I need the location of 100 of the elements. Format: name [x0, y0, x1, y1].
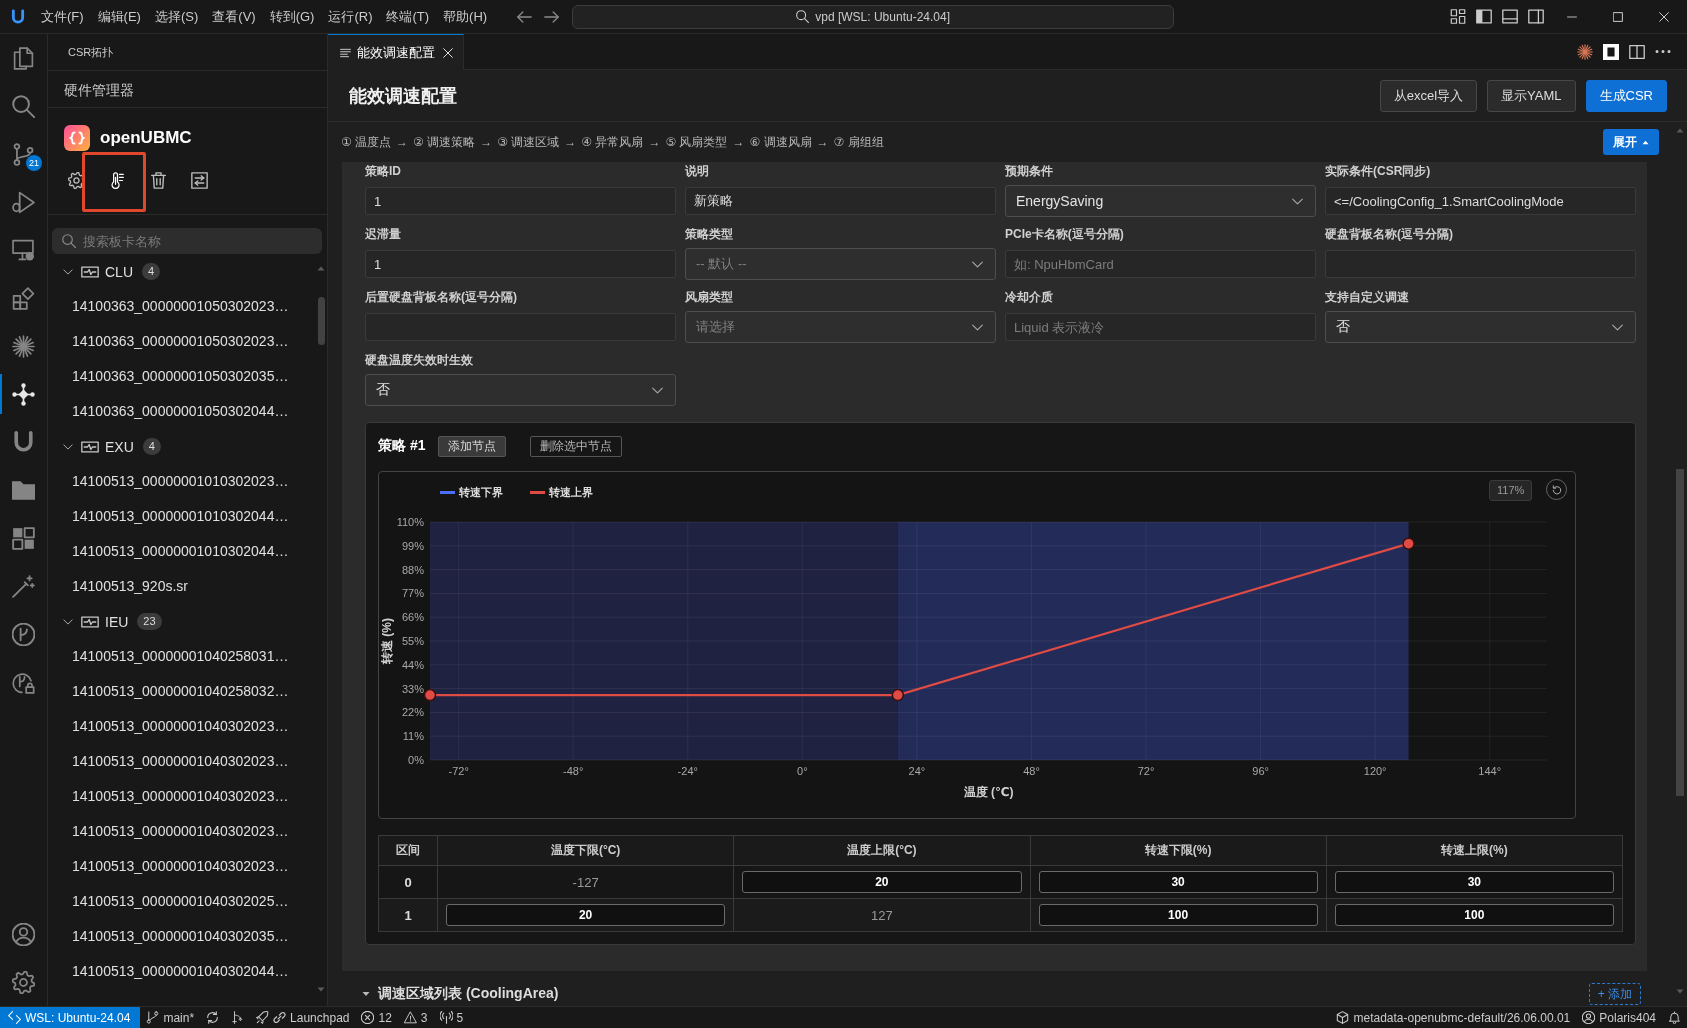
status-item[interactable]: WSL: Ubuntu-24.04 [0, 1007, 141, 1028]
menu-item[interactable]: 选择(S) [147, 6, 206, 27]
wand-icon[interactable] [12, 574, 35, 598]
menu-item[interactable]: 转到(G) [262, 6, 322, 27]
dropdown[interactable]: 否 [365, 374, 676, 406]
split-icon[interactable] [1629, 43, 1645, 60]
folder-icon[interactable] [12, 478, 35, 502]
tree-item[interactable]: 14100513_00000001040302023… [48, 849, 316, 884]
section-title[interactable]: 硬件管理器 [48, 70, 327, 108]
trash-icon[interactable] [149, 171, 167, 189]
tree-item[interactable]: 14100513_00000001040302023… [48, 779, 316, 814]
scroll-down-icon[interactable] [1676, 989, 1684, 994]
dropdown[interactable]: 请选择 [685, 311, 996, 343]
bell-icon[interactable] [1668, 1011, 1681, 1024]
graph-icon[interactable] [231, 1011, 245, 1024]
number-field[interactable]: 20 [446, 904, 726, 926]
account-icon[interactable] [12, 922, 35, 946]
monitor-icon[interactable] [12, 238, 35, 262]
status-item[interactable]: Launchpad [250, 1007, 356, 1028]
magnet-icon[interactable] [12, 430, 35, 454]
blocks-icon[interactable] [12, 286, 35, 310]
caret-down-icon[interactable] [362, 991, 370, 997]
menu-item[interactable]: 帮助(H) [436, 6, 495, 27]
group-label[interactable]: CLU [105, 263, 133, 280]
settings-icon[interactable] [67, 171, 85, 189]
number-field[interactable]: 20 [742, 871, 1022, 893]
chevron-down-icon[interactable] [63, 618, 73, 625]
search-icon[interactable] [12, 94, 35, 118]
point-marker-icon[interactable] [423, 688, 437, 702]
tree-item[interactable]: 14100513_00000001040302023… [48, 814, 316, 849]
close-icon[interactable] [1659, 11, 1669, 22]
play-icon[interactable] [12, 190, 35, 214]
text-field[interactable]: 如: NpuHbmCard [1005, 250, 1316, 278]
settings-icon[interactable] [12, 970, 35, 994]
text-field[interactable]: 新策略 [685, 187, 996, 215]
search-field[interactable]: 搜索板卡名称 [52, 228, 322, 254]
expand-button[interactable]: 展开 [1603, 129, 1659, 155]
sync-icon[interactable] [206, 1011, 220, 1024]
header-button[interactable]: 显示YAML [1487, 79, 1576, 112]
tree-item[interactable]: 14100513_920s.sr [48, 569, 316, 604]
scrollbar-thumb[interactable] [317, 297, 325, 345]
text-field[interactable]: 1 [365, 187, 676, 215]
status-item[interactable]: Polaris404 [1576, 1007, 1662, 1028]
editor-tab[interactable]: 能效调速配置 [328, 34, 464, 70]
legend-label[interactable]: 转速下界 [459, 486, 503, 498]
number-field[interactable]: 30 [1038, 871, 1318, 893]
tree-item[interactable]: 14100363_00000001050302035… [48, 359, 316, 394]
dropdown[interactable]: -- 默认 -- [685, 248, 996, 280]
thermometer-icon[interactable] [108, 171, 126, 189]
dropdown[interactable]: 否 [1325, 311, 1636, 343]
scroll-down-icon[interactable] [317, 987, 325, 992]
files-icon[interactable] [12, 46, 35, 70]
section-title[interactable]: 调速区域列表 (CoolingArea) [378, 985, 559, 1003]
layout-icon[interactable] [1450, 9, 1466, 24]
legend-label[interactable]: 转速上界 [549, 486, 593, 498]
starburst-icon[interactable] [12, 334, 35, 358]
text-field[interactable]: <=/CoolingConfig_1.SmartCoolingMode [1325, 187, 1636, 215]
forward-arrow-icon[interactable] [544, 10, 560, 23]
tree-item[interactable]: 14100363_00000001050302044… [48, 394, 316, 429]
chevron-down-icon[interactable] [63, 268, 73, 275]
sidebar-left-icon[interactable] [1476, 9, 1492, 24]
header-button[interactable]: 从excel导入 [1379, 79, 1478, 112]
tree-item[interactable]: 14100513_00000001010302044… [48, 534, 316, 569]
menu-item[interactable]: 文件(F) [34, 6, 91, 27]
menu-item[interactable]: 编辑(E) [90, 6, 148, 27]
point-marker-icon[interactable] [1402, 537, 1415, 550]
add-button[interactable]: + 添加 [1588, 983, 1641, 1005]
scrollbar-thumb[interactable] [1676, 469, 1684, 796]
panel-icon[interactable] [1502, 9, 1518, 24]
scroll-up-icon[interactable] [317, 266, 325, 271]
tree-item[interactable]: 14100513_00000001040302044… [48, 954, 316, 989]
command-center[interactable]: vpd [WSL: Ubuntu-24.04] [572, 4, 1175, 29]
status-item[interactable]: 12 [355, 1007, 398, 1028]
card-button[interactable]: 删除选中节点 [530, 435, 623, 457]
lock-circle-icon[interactable] [12, 670, 35, 694]
point-marker-icon[interactable] [891, 688, 905, 702]
status-item[interactable]: metadata-openubmc-default/26.06.00.01 [1330, 1007, 1577, 1028]
menu-item[interactable]: 终端(T) [379, 6, 437, 27]
text-field[interactable]: Liquid 表示液冷 [1005, 313, 1316, 341]
status-item[interactable]: 5 [433, 1007, 470, 1028]
tree-item[interactable]: 14100363_00000001050302023… [48, 289, 316, 324]
maximize-icon[interactable] [1613, 11, 1623, 22]
group-label[interactable]: EXU [105, 438, 134, 455]
dropdown[interactable]: EnergySaving [1005, 185, 1316, 217]
menu-item[interactable]: 运行(R) [321, 6, 380, 27]
number-field[interactable]: 100 [1334, 904, 1614, 926]
card-button[interactable]: 添加节点 [438, 435, 507, 457]
close-icon[interactable] [443, 47, 453, 58]
nodes-icon[interactable] [12, 382, 35, 406]
tree-item[interactable]: 14100513_00000001040302035… [48, 919, 316, 954]
status-item[interactable]: 3 [397, 1007, 434, 1028]
starburst-icon[interactable] [1577, 43, 1593, 60]
group-label[interactable]: IEU [105, 613, 129, 630]
tree-item[interactable]: 14100513_00000001040258031… [48, 639, 316, 674]
back-arrow-icon[interactable] [517, 10, 533, 23]
number-field[interactable]: 30 [1334, 871, 1614, 893]
menu-item[interactable]: 查看(V) [205, 6, 263, 27]
header-button[interactable]: 生成CSR [1585, 79, 1667, 112]
swap-arrows-icon[interactable] [190, 171, 208, 189]
tree-item[interactable]: 14100513_00000001010302044… [48, 499, 316, 534]
